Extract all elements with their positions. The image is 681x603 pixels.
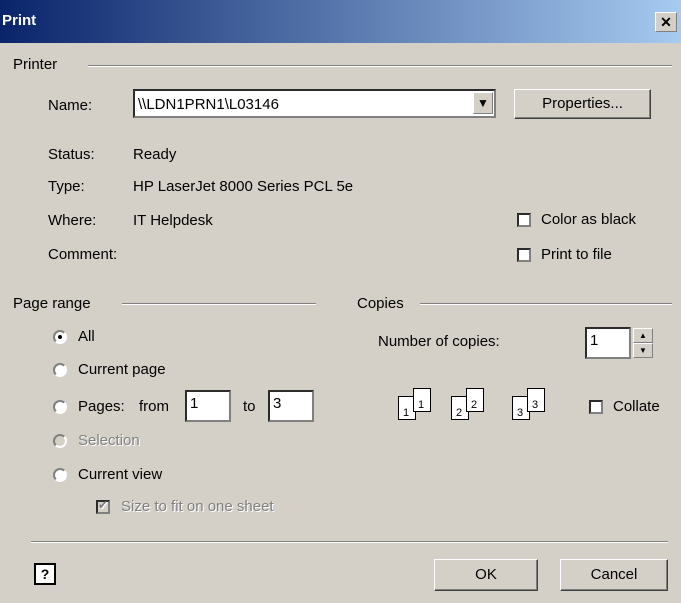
footer-divider: [31, 541, 668, 543]
copies-group-divider: [420, 303, 672, 305]
printer-name-select[interactable]: \\LDN1PRN1\L03146 ▼: [133, 89, 496, 118]
collate-label: Collate: [613, 398, 660, 415]
type-value: HP LaserJet 8000 Series PCL 5e: [133, 178, 354, 195]
printer-name-value: \\LDN1PRN1\L03146: [138, 96, 279, 113]
print-dialog: Print ✕ Printer Name: \\LDN1PRN1\L03146 …: [0, 0, 681, 603]
collate-page: 2: [466, 388, 484, 412]
current-page-radio[interactable]: [53, 363, 67, 377]
size-to-fit-label: Size to fit on one sheet: [121, 498, 274, 515]
size-to-fit-checkbox: ✔: [96, 498, 110, 514]
where-label: Where:: [48, 212, 97, 229]
print-to-file-checkbox[interactable]: [517, 248, 531, 262]
selection-label: Selection: [78, 432, 140, 449]
cancel-button[interactable]: Cancel: [560, 559, 668, 591]
from-label: from: [139, 398, 169, 415]
pages-label: Pages:: [78, 398, 125, 415]
dialog-title: Print: [2, 12, 37, 29]
color-as-black-checkbox[interactable]: [517, 213, 531, 227]
title-bar: Print ✕: [0, 0, 681, 43]
help-icon[interactable]: ?: [34, 563, 56, 585]
copies-input[interactable]: 1: [585, 327, 631, 359]
color-as-black-label: Color as black: [541, 211, 637, 228]
checkmark-icon: ✔: [98, 498, 109, 512]
status-value: Ready: [133, 146, 177, 163]
chevron-down-icon[interactable]: ▼: [473, 92, 493, 114]
pages-from-input[interactable]: 1: [185, 390, 231, 422]
spin-up-icon[interactable]: ▲: [633, 328, 653, 343]
collate-page: 3: [527, 388, 545, 412]
copies-spinner[interactable]: ▲ ▼: [633, 328, 653, 358]
status-label: Status:: [48, 146, 95, 163]
pages-to-input[interactable]: 3: [268, 390, 314, 422]
comment-label: Comment:: [48, 246, 118, 263]
to-label: to: [243, 398, 256, 415]
number-of-copies-label: Number of copies:: [378, 333, 500, 350]
ok-button[interactable]: OK: [434, 559, 538, 591]
all-label: All: [78, 328, 95, 345]
collate-page: 1: [413, 388, 431, 412]
where-value: IT Helpdesk: [133, 212, 213, 229]
type-label: Type:: [48, 178, 85, 195]
properties-button[interactable]: Properties...: [514, 89, 651, 119]
printer-group-label: Printer: [13, 56, 58, 73]
selection-radio: [53, 434, 67, 448]
name-label: Name:: [48, 97, 93, 114]
page-range-group-divider: [122, 303, 316, 305]
all-radio[interactable]: [53, 330, 67, 344]
current-view-radio[interactable]: [53, 468, 67, 482]
current-view-label: Current view: [78, 466, 163, 483]
copies-group-label: Copies: [357, 295, 404, 312]
collate-checkbox[interactable]: [589, 400, 603, 414]
pages-radio[interactable]: [53, 400, 67, 414]
printer-group-divider: [88, 65, 672, 67]
page-range-group-label: Page range: [13, 295, 91, 312]
spin-down-icon[interactable]: ▼: [633, 343, 653, 358]
close-icon[interactable]: ✕: [655, 12, 677, 32]
current-page-label: Current page: [78, 361, 166, 378]
print-to-file-label: Print to file: [541, 246, 612, 263]
